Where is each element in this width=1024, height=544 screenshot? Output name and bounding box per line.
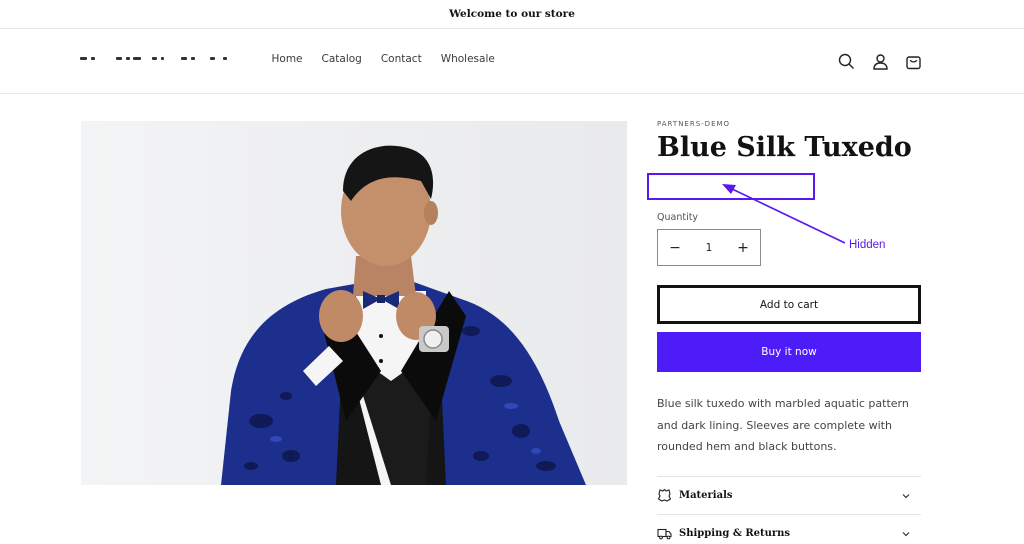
add-to-cart-button[interactable]: Add to cart bbox=[657, 285, 921, 324]
leather-icon bbox=[657, 488, 673, 504]
accordion-materials[interactable]: Materials bbox=[657, 476, 921, 514]
product-photo-illustration bbox=[221, 145, 586, 485]
account-icon[interactable] bbox=[870, 51, 890, 71]
accordion-shipping-returns[interactable]: Shipping & Returns bbox=[657, 514, 921, 544]
product-description: Blue silk tuxedo with marbled aquatic pa… bbox=[657, 397, 909, 453]
quantity-stepper: − 1 + bbox=[657, 229, 761, 266]
announcement-bar: Welcome to our store bbox=[0, 0, 1024, 29]
product-image[interactable] bbox=[81, 121, 627, 485]
nav-contact[interactable]: Contact bbox=[371, 53, 431, 65]
decrease-quantity-button[interactable]: − bbox=[658, 230, 692, 265]
nav-wholesale[interactable]: Wholesale bbox=[431, 53, 504, 65]
chevron-down-icon bbox=[901, 491, 911, 501]
cart-icon[interactable] bbox=[903, 51, 923, 71]
quantity-value[interactable]: 1 bbox=[706, 242, 713, 254]
main-nav: Home Catalog Contact Wholesale bbox=[262, 53, 504, 65]
product-title: Blue Silk Tuxedo bbox=[657, 132, 912, 163]
product-vendor: PARTNERS-DEMO bbox=[657, 120, 731, 128]
accordion-label: Materials bbox=[679, 490, 733, 501]
buy-now-button[interactable]: Buy it now bbox=[657, 332, 921, 372]
increase-quantity-button[interactable]: + bbox=[726, 230, 760, 265]
store-logo[interactable] bbox=[80, 54, 235, 64]
accordion-label: Shipping & Returns bbox=[679, 528, 791, 539]
site-header: Home Catalog Contact Wholesale bbox=[0, 29, 1024, 94]
hidden-price-highlight bbox=[647, 173, 815, 200]
nav-home[interactable]: Home bbox=[262, 53, 312, 65]
annotation-label: Hidden bbox=[849, 239, 886, 251]
chevron-down-icon bbox=[901, 529, 911, 539]
search-icon[interactable] bbox=[836, 51, 856, 71]
announcement-text: Welcome to our store bbox=[449, 8, 575, 20]
quantity-label: Quantity bbox=[657, 212, 699, 223]
nav-catalog[interactable]: Catalog bbox=[312, 53, 371, 65]
truck-icon bbox=[657, 526, 673, 542]
